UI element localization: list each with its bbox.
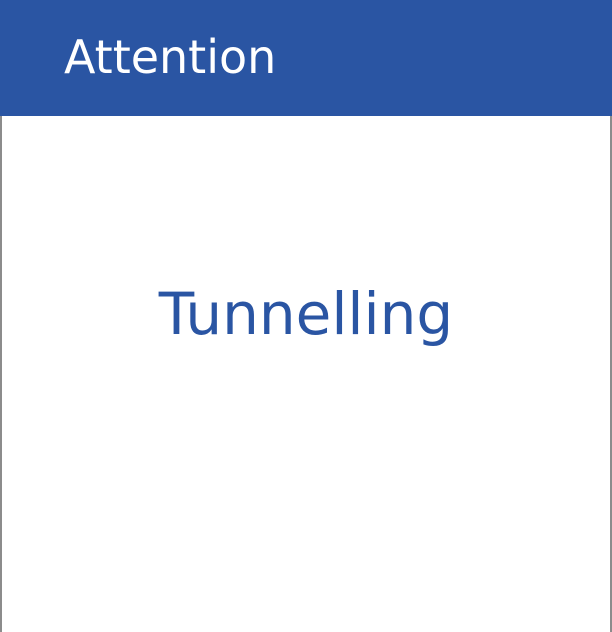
attention-sign: Attention Tunnelling xyxy=(0,0,612,632)
sign-message: Tunnelling xyxy=(158,280,454,348)
sign-header: Attention xyxy=(0,0,612,116)
header-title: Attention xyxy=(64,30,277,84)
